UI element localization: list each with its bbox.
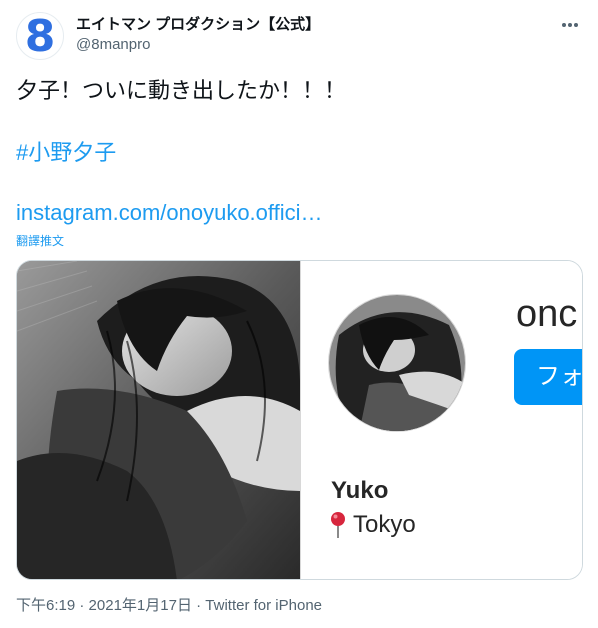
instagram-link[interactable]: instagram.com/onoyuko.offici… bbox=[16, 198, 323, 227]
photo-image bbox=[17, 261, 300, 579]
more-options-icon[interactable] bbox=[558, 16, 582, 34]
location-text: Tokyo bbox=[353, 511, 416, 538]
author-names: エイトマン プロダクション【公式】 @8manpro bbox=[76, 15, 320, 55]
translate-tweet-link[interactable]: 翻譯推文 bbox=[16, 233, 64, 249]
tweet-metadata: 下午6:19 · 2021年1月17日 · Twitter for iPhone bbox=[16, 596, 322, 616]
tweet-date[interactable]: 2021年1月17日 bbox=[89, 597, 192, 614]
meta-separator: · bbox=[75, 597, 89, 614]
avatar-logo: 8 bbox=[24, 11, 56, 62]
tweet-header: 8 エイトマン プロダクション【公式】 @8manpro bbox=[16, 12, 582, 60]
link-preview-card[interactable]: onc フォ Yuko Tokyo bbox=[16, 260, 583, 580]
card-photo bbox=[17, 261, 300, 579]
user-handle[interactable]: @8manpro bbox=[76, 35, 320, 55]
tweet-time[interactable]: 下午6:19 bbox=[16, 597, 75, 614]
location-pin-icon bbox=[331, 512, 345, 538]
instagram-name: Yuko bbox=[331, 477, 389, 504]
tweet-text: 夕子！ついに動き出したか！！！ bbox=[16, 78, 347, 103]
tweet-source[interactable]: Twitter for iPhone bbox=[205, 597, 322, 614]
meta-separator: · bbox=[191, 597, 206, 614]
instagram-location: Tokyo bbox=[329, 511, 416, 539]
avatar[interactable]: 8 bbox=[16, 12, 64, 60]
instagram-username: onc bbox=[516, 293, 578, 335]
follow-button[interactable]: フォ bbox=[514, 349, 582, 405]
profile-picture bbox=[328, 294, 466, 432]
instagram-profile-preview: onc フォ Yuko Tokyo bbox=[300, 261, 582, 579]
display-name[interactable]: エイトマン プロダクション【公式】 bbox=[76, 15, 320, 35]
profile-picture-image bbox=[329, 295, 465, 431]
hashtag-link[interactable]: #小野夕子 bbox=[16, 138, 116, 167]
